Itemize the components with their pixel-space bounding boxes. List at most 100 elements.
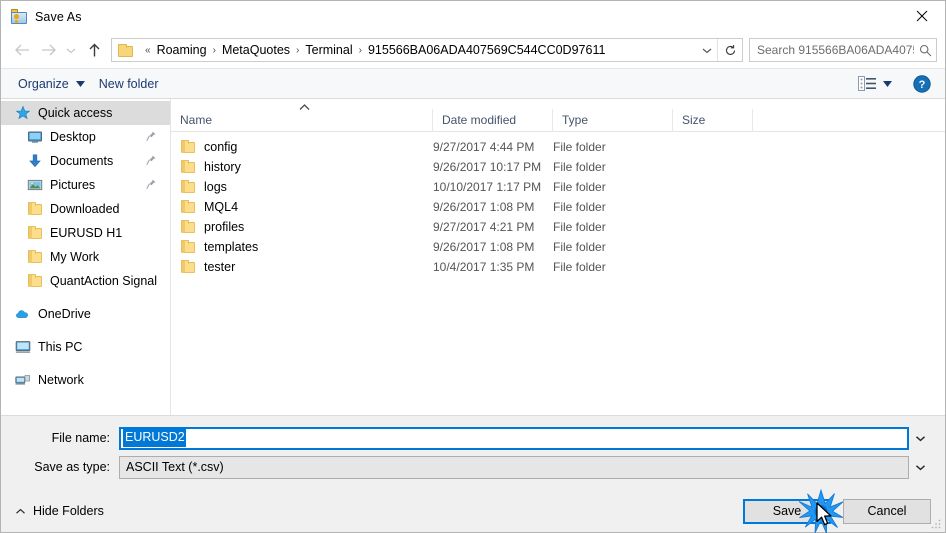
resize-grip-icon[interactable] xyxy=(930,518,942,530)
up-button[interactable] xyxy=(81,37,107,63)
sidebar-item-label: Desktop xyxy=(50,130,96,144)
sidebar-item-my-work[interactable]: My Work xyxy=(1,245,170,269)
address-bar[interactable]: « Roaming › MetaQuotes › Terminal › 9155… xyxy=(111,38,743,62)
window-title: Save As xyxy=(35,9,82,24)
chevron-up-icon xyxy=(16,508,25,514)
file-list-rows: config 9/27/2017 4:44 PM File folder his… xyxy=(171,132,945,415)
sidebar-item-eurusd-h1[interactable]: EURUSD H1 xyxy=(1,221,170,245)
save-as-type-row: Save as type: ASCII Text (*.csv) xyxy=(1,455,945,479)
file-date-cell: 9/26/2017 1:08 PM xyxy=(433,200,535,214)
file-date-cell: 9/27/2017 4:21 PM xyxy=(433,220,535,234)
table-row[interactable]: templates 9/26/2017 1:08 PM File folder xyxy=(171,237,945,257)
folder-icon xyxy=(180,259,196,275)
folder-icon xyxy=(118,43,134,57)
file-date-cell: 10/4/2017 1:35 PM xyxy=(433,260,535,274)
column-header-row: Name Date modified Type Size xyxy=(171,108,945,132)
hide-folders-button[interactable]: Hide Folders xyxy=(11,500,108,522)
sidebar-item-pictures[interactable]: Pictures xyxy=(1,173,170,197)
arrow-left-icon xyxy=(14,44,29,56)
file-list-pane: Name Date modified Type Size config 9/27… xyxy=(171,99,945,415)
sidebar-item-network[interactable]: Network xyxy=(1,368,170,392)
back-button[interactable] xyxy=(9,37,35,63)
breadcrumb-item-guid[interactable]: 915566BA06ADA407569C544CC0D97611 xyxy=(367,43,606,57)
breadcrumb-overflow[interactable]: « xyxy=(140,45,156,56)
sidebar-item-downloaded[interactable]: Downloaded xyxy=(1,197,170,221)
file-name-cell: logs xyxy=(171,179,433,195)
dialog-footer: Hide Folders Save Cancel xyxy=(1,490,945,532)
table-row[interactable]: MQL4 9/26/2017 1:08 PM File folder xyxy=(171,197,945,217)
folder-icon xyxy=(180,239,196,255)
sidebar-item-label: My Work xyxy=(50,250,100,264)
file-type-cell: File folder xyxy=(553,180,606,194)
address-dropdown-button[interactable] xyxy=(697,39,717,61)
sidebar-item-this-pc[interactable]: This PC xyxy=(1,335,170,359)
arrow-right-icon xyxy=(41,44,56,56)
file-name-dropdown-button[interactable] xyxy=(909,429,931,448)
table-row[interactable]: logs 10/10/2017 1:17 PM File folder xyxy=(171,177,945,197)
cancel-button-label: Cancel xyxy=(867,504,907,518)
sidebar-item-label: EURUSD H1 xyxy=(50,226,123,240)
organize-button[interactable]: Organize xyxy=(11,74,92,94)
sort-indicator-bar xyxy=(171,99,945,110)
new-folder-button[interactable]: New folder xyxy=(92,74,166,94)
sidebar-item-desktop[interactable]: Desktop xyxy=(1,125,170,149)
save-as-type-dropdown-button[interactable] xyxy=(909,458,931,477)
folder-icon xyxy=(180,159,196,175)
column-header-date-modified[interactable]: Date modified xyxy=(433,108,553,132)
sidebar-item-label: Pictures xyxy=(50,178,96,192)
sidebar-item-label: Downloaded xyxy=(50,202,120,216)
file-type-cell: File folder xyxy=(553,220,606,234)
sidebar-item-label: Quick access xyxy=(38,106,113,120)
list-view-icon xyxy=(858,76,876,91)
file-date-cell: 9/26/2017 10:17 PM xyxy=(433,160,542,174)
save-as-folder-person-icon xyxy=(11,8,27,25)
dialog-body: Quick access Desktop Documents Pictures … xyxy=(1,99,945,415)
hide-folders-label: Hide Folders xyxy=(33,504,104,518)
folder-icon xyxy=(27,249,43,265)
search-box[interactable]: Search 915566BA06ADA40756... xyxy=(749,38,937,62)
recent-locations-button[interactable] xyxy=(61,37,81,63)
breadcrumb-item-metaquotes[interactable]: MetaQuotes xyxy=(221,43,291,57)
chevron-down-icon xyxy=(915,464,925,470)
breadcrumb-separator: › xyxy=(212,44,216,56)
breadcrumb-item-terminal[interactable]: Terminal xyxy=(304,43,353,57)
save-as-type-select[interactable]: ASCII Text (*.csv) xyxy=(119,455,909,479)
file-name-value: EURUSD2 xyxy=(123,429,186,447)
file-name-cell: templates xyxy=(171,239,433,255)
this-pc-icon xyxy=(15,339,31,355)
forward-button[interactable] xyxy=(35,37,61,63)
search-input[interactable]: Search 915566BA06ADA40756... xyxy=(750,43,914,57)
save-button-label: Save xyxy=(772,504,802,518)
sidebar-item-quantaction-signal[interactable]: QuantAction Signal xyxy=(1,269,170,293)
svg-text:?: ? xyxy=(919,79,926,91)
refresh-icon xyxy=(725,44,735,55)
file-name-input[interactable]: EURUSD2 xyxy=(119,426,909,450)
table-row[interactable]: history 9/26/2017 10:17 PM File folder xyxy=(171,157,945,177)
column-header-name[interactable]: Name xyxy=(171,108,433,132)
cancel-button[interactable]: Cancel xyxy=(843,498,931,524)
table-row[interactable]: profiles 9/27/2017 4:21 PM File folder xyxy=(171,217,945,237)
refresh-button[interactable] xyxy=(718,39,742,61)
change-view-button[interactable] xyxy=(853,73,897,94)
save-as-type-label: Save as type: xyxy=(34,460,110,474)
file-name-row: File name: EURUSD2 xyxy=(1,426,945,450)
chevron-down-icon xyxy=(702,48,712,53)
folder-icon xyxy=(180,179,196,195)
column-header-type[interactable]: Type xyxy=(553,108,673,132)
file-type-cell: File folder xyxy=(553,200,606,214)
breadcrumb-item-roaming[interactable]: Roaming xyxy=(156,43,208,57)
table-row[interactable]: config 9/27/2017 4:44 PM File folder xyxy=(171,137,945,157)
file-name-cell: config xyxy=(171,139,433,155)
table-row[interactable]: tester 10/4/2017 1:35 PM File folder xyxy=(171,257,945,277)
chevron-down-icon xyxy=(66,48,76,53)
pin-icon xyxy=(146,131,156,142)
pin-icon xyxy=(146,179,156,190)
sidebar-item-documents[interactable]: Documents xyxy=(1,149,170,173)
sidebar-item-quick-access[interactable]: Quick access xyxy=(1,101,170,125)
save-button[interactable]: Save xyxy=(743,498,831,524)
toolbar: Organize New folder ? xyxy=(1,68,945,99)
close-button[interactable] xyxy=(899,1,945,31)
sidebar-item-onedrive[interactable]: OneDrive xyxy=(1,302,170,326)
column-header-size[interactable]: Size xyxy=(673,108,753,132)
help-button[interactable]: ? xyxy=(913,74,931,93)
